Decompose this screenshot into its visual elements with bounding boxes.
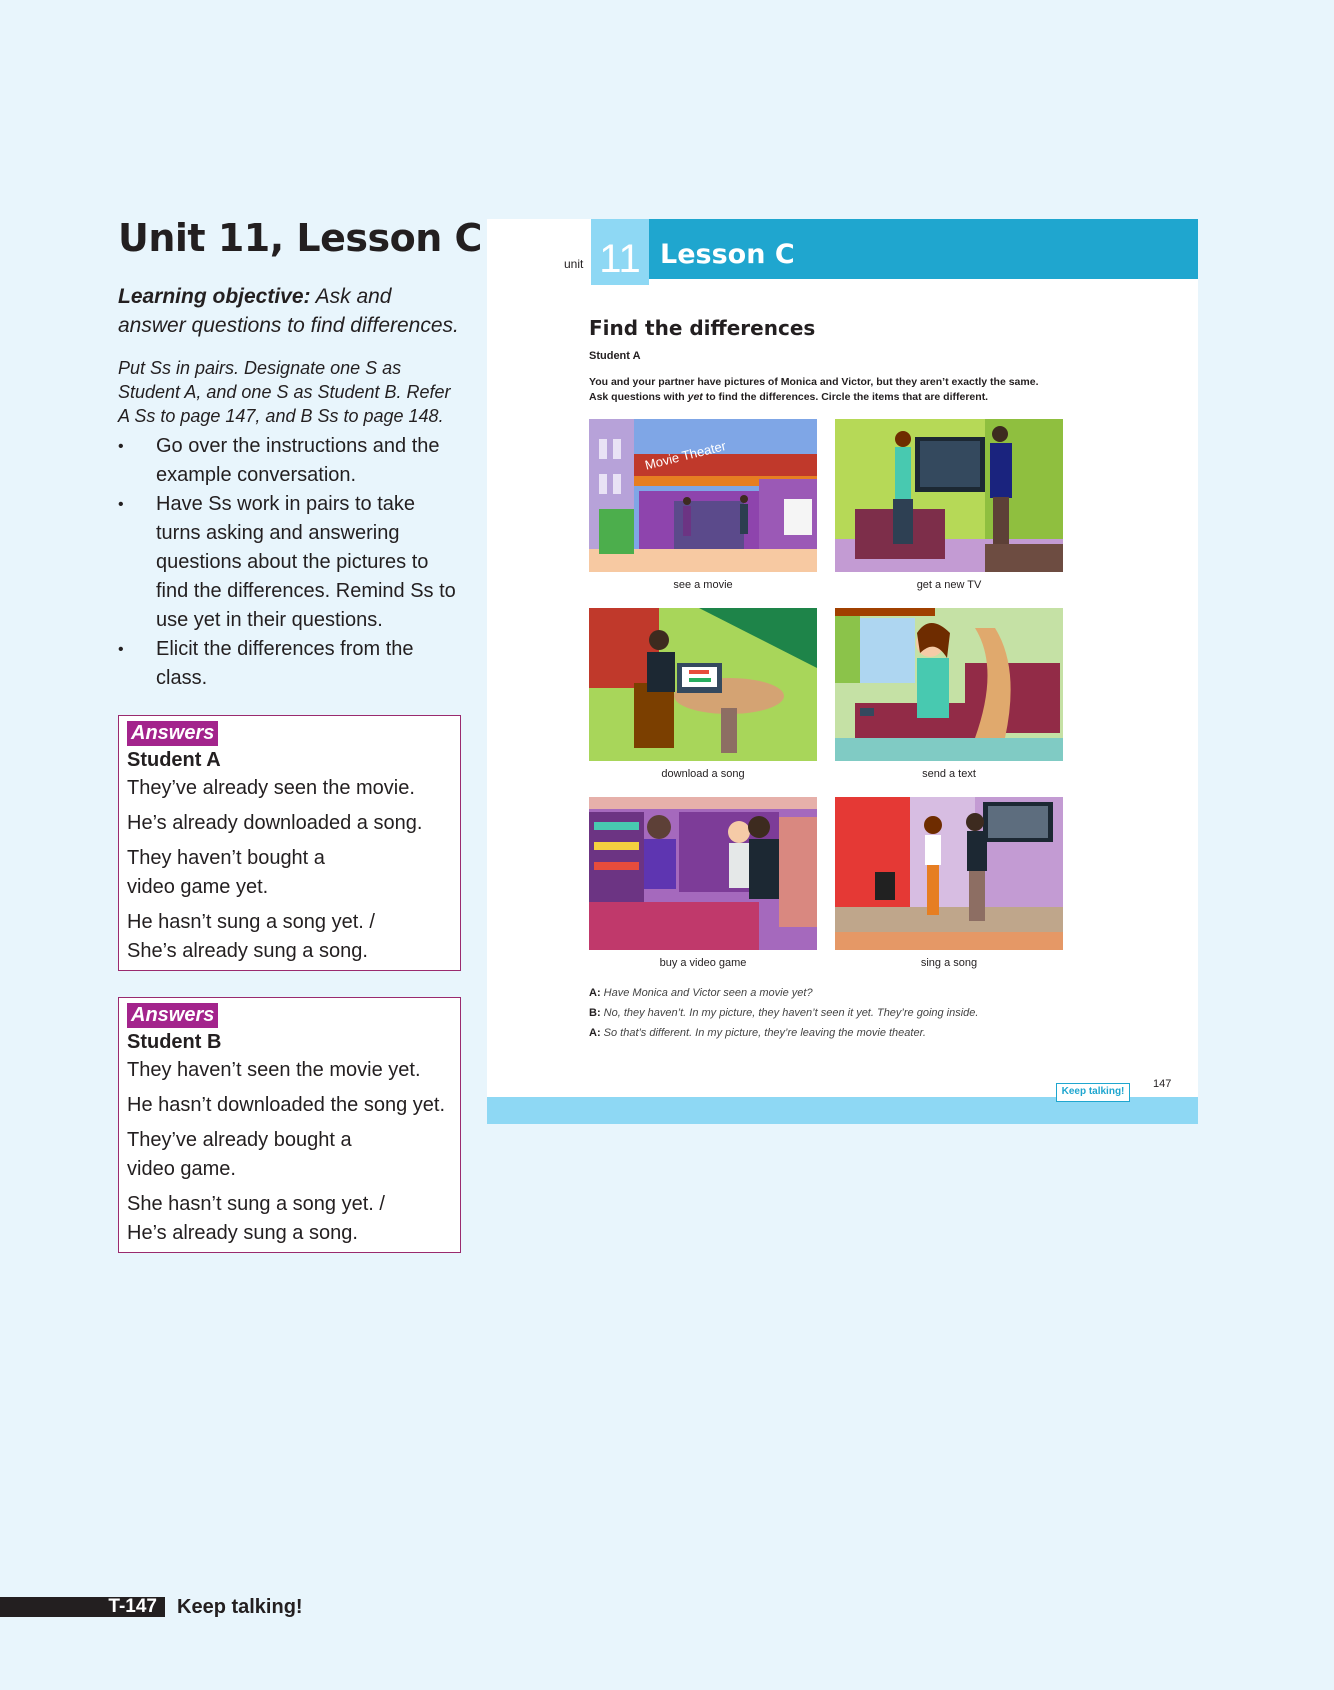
answers-student-label: Student B — [127, 1031, 222, 1053]
dialog-text: No, they haven’t. In my picture, they ha… — [600, 1007, 979, 1019]
picture-get-a-new-tv — [835, 419, 1063, 572]
example-dialog: A: Have Monica and Victor seen a movie y… — [589, 983, 978, 1043]
instructions: You and your partner have pictures of Mo… — [589, 375, 1059, 405]
footer-page-code-bar: T-147 — [0, 1596, 165, 1617]
answer-line: He hasn’t downloaded the song yet. — [127, 1094, 445, 1116]
dialog-line: A: So that’s different. In my picture, t… — [589, 1023, 978, 1043]
instruction-emphasis: yet — [687, 391, 703, 403]
answer-line: She hasn’t sung a song yet. / He’s alrea… — [127, 1193, 385, 1244]
dialog-text: So that’s different. In my picture, they… — [600, 1027, 926, 1039]
dialog-speaker: A: — [589, 987, 601, 999]
dialog-line: B: No, they haven’t. In my picture, they… — [589, 1003, 978, 1023]
dialog-speaker: A: — [589, 1027, 601, 1039]
instruction-list: Go over the instructions and the example… — [118, 432, 462, 693]
karaoke-illustration — [835, 797, 1063, 950]
answer-line: They’ve already bought a video game. — [127, 1129, 352, 1180]
footer-section-title: Keep talking! — [177, 1596, 303, 1618]
answers-badge: Answers — [127, 1003, 219, 1028]
answer-line: They haven’t bought a video game yet. — [127, 847, 325, 898]
instruction-item: Have Ss work in pairs to take turns aski… — [118, 490, 462, 635]
picture-caption: download a song — [661, 768, 745, 780]
dialog-text: Have Monica and Victor seen a movie yet? — [600, 987, 813, 999]
student-label: Student A — [589, 350, 641, 362]
learning-objective: Learning objective: Ask and answer quest… — [118, 282, 462, 340]
instruction-item: Go over the instructions and the example… — [118, 432, 462, 490]
unit-word: unit — [564, 257, 584, 271]
answer-line: They haven’t seen the movie yet. — [127, 1059, 421, 1081]
picture-caption: see a movie — [673, 579, 733, 591]
picture-caption: sing a song — [920, 957, 978, 969]
instruction-text: Ask questions with — [589, 391, 688, 403]
footer-page-code: T-147 — [108, 1596, 157, 1617]
picture-download-a-song — [589, 608, 817, 761]
page-number: 147 — [1153, 1078, 1172, 1090]
keep-talking-button[interactable]: Keep talking! — [1056, 1083, 1130, 1102]
picture-send-a-text — [835, 608, 1063, 761]
picture-caption: get a new TV — [916, 579, 982, 591]
instruction-line: You and your partner have pictures of Mo… — [589, 376, 1039, 388]
objective-label: Learning objective: — [118, 285, 311, 308]
answer-line: They’ve already seen the movie. — [127, 777, 415, 799]
picture-caption: send a text — [922, 768, 976, 780]
answer-line: He’s already downloaded a song. — [127, 812, 423, 834]
download-song-illustration — [589, 608, 817, 761]
picture-caption: buy a video game — [659, 957, 747, 969]
instruction-line: Ask questions with yet to find the diffe… — [589, 390, 1059, 405]
picture-see-a-movie: Movie Theater — [589, 419, 817, 572]
answers-badge: Answers — [127, 721, 219, 746]
picture-buy-a-video-game — [589, 797, 817, 950]
student-book-page: unit 11 Lesson C Find the differences St… — [487, 219, 1198, 1124]
instruction-item: Elicit the differences from the class. — [118, 635, 462, 693]
instruction-text: to find the differences. Circle the item… — [702, 391, 989, 403]
answers-student-label: Student A — [127, 749, 221, 771]
answers-box-student-a: Answers Student A They’ve already seen t… — [118, 715, 461, 971]
video-game-store-illustration — [589, 797, 817, 950]
answers-box-student-b: Answers Student B They haven’t seen the … — [118, 997, 461, 1253]
section-title: Find the differences — [589, 316, 816, 340]
lesson-label: Lesson C — [660, 239, 795, 270]
send-text-illustration — [835, 608, 1063, 761]
intro-text: Put Ss in pairs. Designate one S as Stud… — [118, 358, 451, 426]
unit-number: 11 — [591, 219, 649, 285]
movie-theater-illustration: Movie Theater — [589, 419, 817, 572]
new-tv-illustration — [835, 419, 1063, 572]
picture-sing-a-song — [835, 797, 1063, 950]
dialog-speaker: B: — [589, 1007, 601, 1019]
dialog-line: A: Have Monica and Victor seen a movie y… — [589, 983, 978, 1003]
teacher-notes: Unit 11, Lesson C Learning objective: As… — [118, 216, 482, 1253]
page-title: Unit 11, Lesson C — [118, 216, 482, 260]
answer-line: He hasn’t sung a song yet. / She’s alrea… — [127, 911, 375, 962]
